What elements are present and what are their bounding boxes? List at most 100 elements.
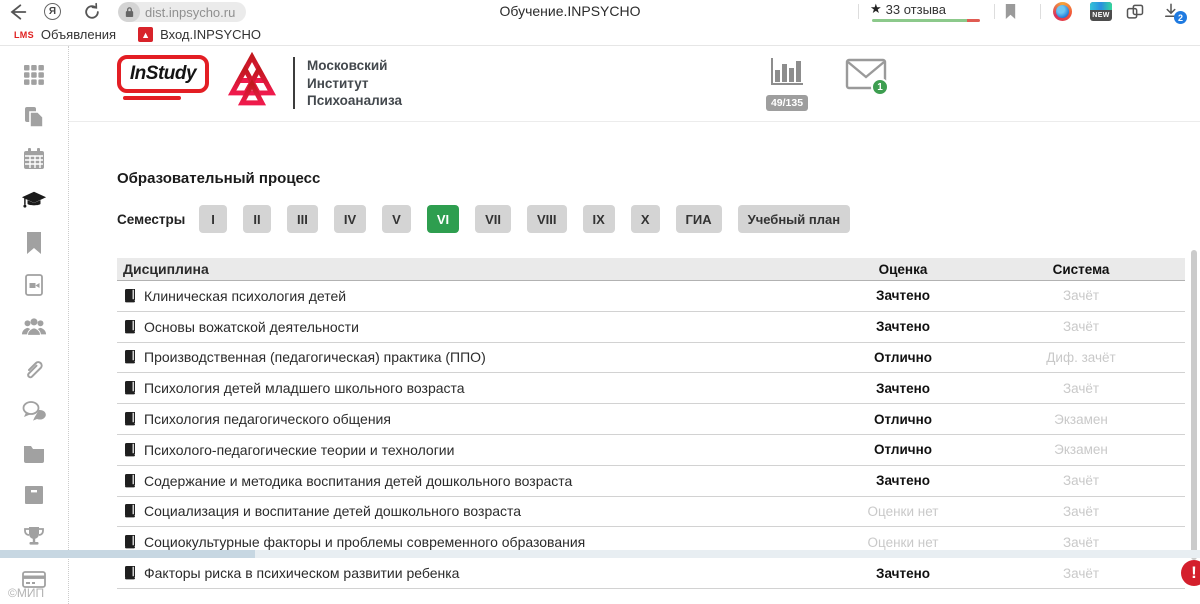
system-value: Зачёт — [991, 504, 1185, 519]
grade-value: Зачтено — [815, 319, 991, 334]
table-row: Психология педагогического общения Отличн… — [117, 404, 1185, 435]
new-icon-label: NEW — [1090, 10, 1112, 21]
horizontal-scrollbar-thumb[interactable] — [0, 550, 255, 558]
table-row: Основы вожатской деятельностиЗачтеноЗачё… — [117, 312, 1185, 343]
discipline-link[interactable]: Клиническая психология детей — [117, 288, 815, 304]
left-sidebar — [0, 46, 69, 604]
system-value: Зачёт — [991, 381, 1185, 396]
semester-tab-III[interactable]: III — [287, 205, 318, 233]
semester-tab-Учебный план[interactable]: Учебный план — [738, 205, 850, 233]
semester-tab-II[interactable]: II — [243, 205, 271, 233]
discipline-link[interactable]: Основы вожатской деятельности — [117, 319, 815, 335]
groups-people-icon[interactable] — [21, 314, 47, 340]
discipline-link[interactable]: Психолого-педагогические теории и технол… — [117, 442, 815, 458]
semester-tabs: IIIIIIIVVVIVIIVIIIIXXГИАУчебный план — [199, 205, 850, 233]
system-value: Зачёт — [991, 535, 1185, 550]
grade-value: Отлично — [815, 442, 991, 457]
instudy-logo-base — [123, 96, 181, 100]
lock-icon[interactable] — [118, 2, 140, 22]
semester-tab-IX[interactable]: IX — [583, 205, 615, 233]
star-icon: ★ — [870, 1, 882, 17]
discipline-link[interactable]: Факторы риска в психическом развитии реб… — [117, 565, 815, 581]
semester-tab-VII[interactable]: VII — [475, 205, 511, 233]
video-materials-icon[interactable] — [21, 272, 47, 298]
vertical-scrollbar-thumb[interactable] — [1191, 250, 1197, 560]
book-icon — [123, 504, 137, 518]
book-icon — [123, 566, 137, 580]
book-icon — [123, 443, 137, 457]
semester-tab-X[interactable]: X — [631, 205, 660, 233]
discipline-name: Факторы риска в психическом развитии реб… — [144, 565, 459, 581]
discipline-link[interactable]: Социализация и воспитание детей дошкольн… — [117, 503, 815, 519]
semester-tab-ГИА[interactable]: ГИА — [676, 205, 722, 233]
reload-icon[interactable] — [82, 2, 102, 22]
progress-stats-widget[interactable]: 49/135 — [763, 56, 811, 111]
semester-tab-VIII[interactable]: VIII — [527, 205, 567, 233]
horizontal-scrollbar[interactable] — [0, 550, 1200, 558]
achievements-trophy-icon[interactable] — [21, 524, 47, 550]
bookmark-label: Вход.INPSYCHO — [160, 27, 261, 42]
separator — [994, 4, 995, 19]
documents-icon[interactable] — [21, 104, 47, 130]
system-value: Экзамен — [991, 442, 1185, 457]
semester-tab-VI[interactable]: VI — [427, 205, 459, 233]
book-icon — [123, 535, 137, 549]
instudy-logo[interactable]: InStudy — [117, 55, 209, 99]
discipline-link[interactable]: Психология педагогического общения — [117, 411, 815, 427]
discipline-link[interactable]: Психология детей младшего школьного возр… — [117, 380, 815, 396]
apps-grid-icon[interactable] — [21, 62, 47, 88]
institute-name: Московский Институт Психоанализа — [307, 57, 402, 110]
section-title: Образовательный процесс — [117, 170, 320, 187]
semester-tab-V[interactable]: V — [382, 205, 411, 233]
education-graduation-cap-icon[interactable] — [21, 188, 47, 214]
semester-tab-I[interactable]: I — [199, 205, 227, 233]
column-system: Система — [991, 262, 1185, 277]
book-icon — [123, 289, 137, 303]
discipline-name: Основы вожатской деятельности — [144, 319, 359, 335]
semesters-label: Семестры — [117, 212, 199, 227]
header-divider — [293, 57, 295, 109]
yandex-services-icon[interactable]: Я — [44, 3, 61, 20]
discipline-link[interactable]: Производственная (педагогическая) практи… — [117, 349, 815, 365]
folder-icon[interactable] — [21, 440, 47, 466]
book-icon — [123, 381, 137, 395]
grade-value: Отлично — [815, 412, 991, 427]
discipline-name: Психолого-педагогические теории и технол… — [144, 442, 454, 458]
grade-value: Зачтено — [815, 381, 991, 396]
avatar-inner — [1056, 5, 1069, 18]
collections-icon[interactable] — [1125, 2, 1145, 22]
lms-app: ©МИП InStudy Московский Институт — [0, 46, 1200, 604]
discipline-link[interactable]: Социокультурные факторы и проблемы совре… — [117, 534, 815, 550]
book-icon — [123, 350, 137, 364]
downloads-icon[interactable]: 2 — [1162, 2, 1186, 22]
copyright-label: ©МИП — [8, 586, 44, 600]
back-icon[interactable] — [6, 2, 28, 22]
browser-topbar: Я dist.inpsycho.ru Обучение.INPSYCHO ★ 3… — [0, 0, 1200, 24]
site-reviews-widget[interactable]: ★ 33 отзыва — [870, 1, 986, 22]
discipline-name: Психология педагогического общения — [144, 411, 391, 427]
downloads-badge: 2 — [1174, 11, 1187, 24]
page-title: Обучение.INPSYCHO — [440, 3, 700, 19]
grade-value: Оценки нет — [815, 504, 991, 519]
new-feature-icon[interactable]: NEW — [1090, 2, 1112, 21]
address-bar[interactable]: dist.inpsycho.ru — [118, 2, 246, 22]
grade-value: Отлично — [815, 350, 991, 365]
messages-chat-icon[interactable] — [21, 398, 47, 424]
bookmark-page-icon[interactable] — [1003, 3, 1018, 20]
calendar-icon[interactable] — [21, 146, 47, 172]
discipline-name: Психология детей младшего школьного возр… — [144, 380, 465, 396]
attachments-paperclip-icon[interactable] — [21, 356, 47, 382]
profile-avatar[interactable] — [1053, 2, 1072, 21]
archive-box-icon[interactable] — [21, 482, 47, 508]
system-value: Диф. зачёт — [991, 350, 1185, 365]
mail-widget[interactable]: 1 — [845, 58, 891, 94]
alert-icon[interactable]: ! — [1181, 560, 1200, 586]
bookmark-login-inpsycho[interactable]: ▲ Вход.INPSYCHO — [132, 27, 267, 42]
mip-triangle-logo[interactable] — [221, 52, 283, 114]
system-value: Зачёт — [991, 566, 1185, 581]
semester-tab-IV[interactable]: IV — [334, 205, 366, 233]
discipline-link[interactable]: Содержание и методика воспитания детей д… — [117, 473, 815, 489]
bookmark-icon[interactable] — [21, 230, 47, 256]
bookmark-announcements[interactable]: LMS Объявления — [8, 27, 122, 42]
column-grade: Оценка — [815, 262, 991, 277]
